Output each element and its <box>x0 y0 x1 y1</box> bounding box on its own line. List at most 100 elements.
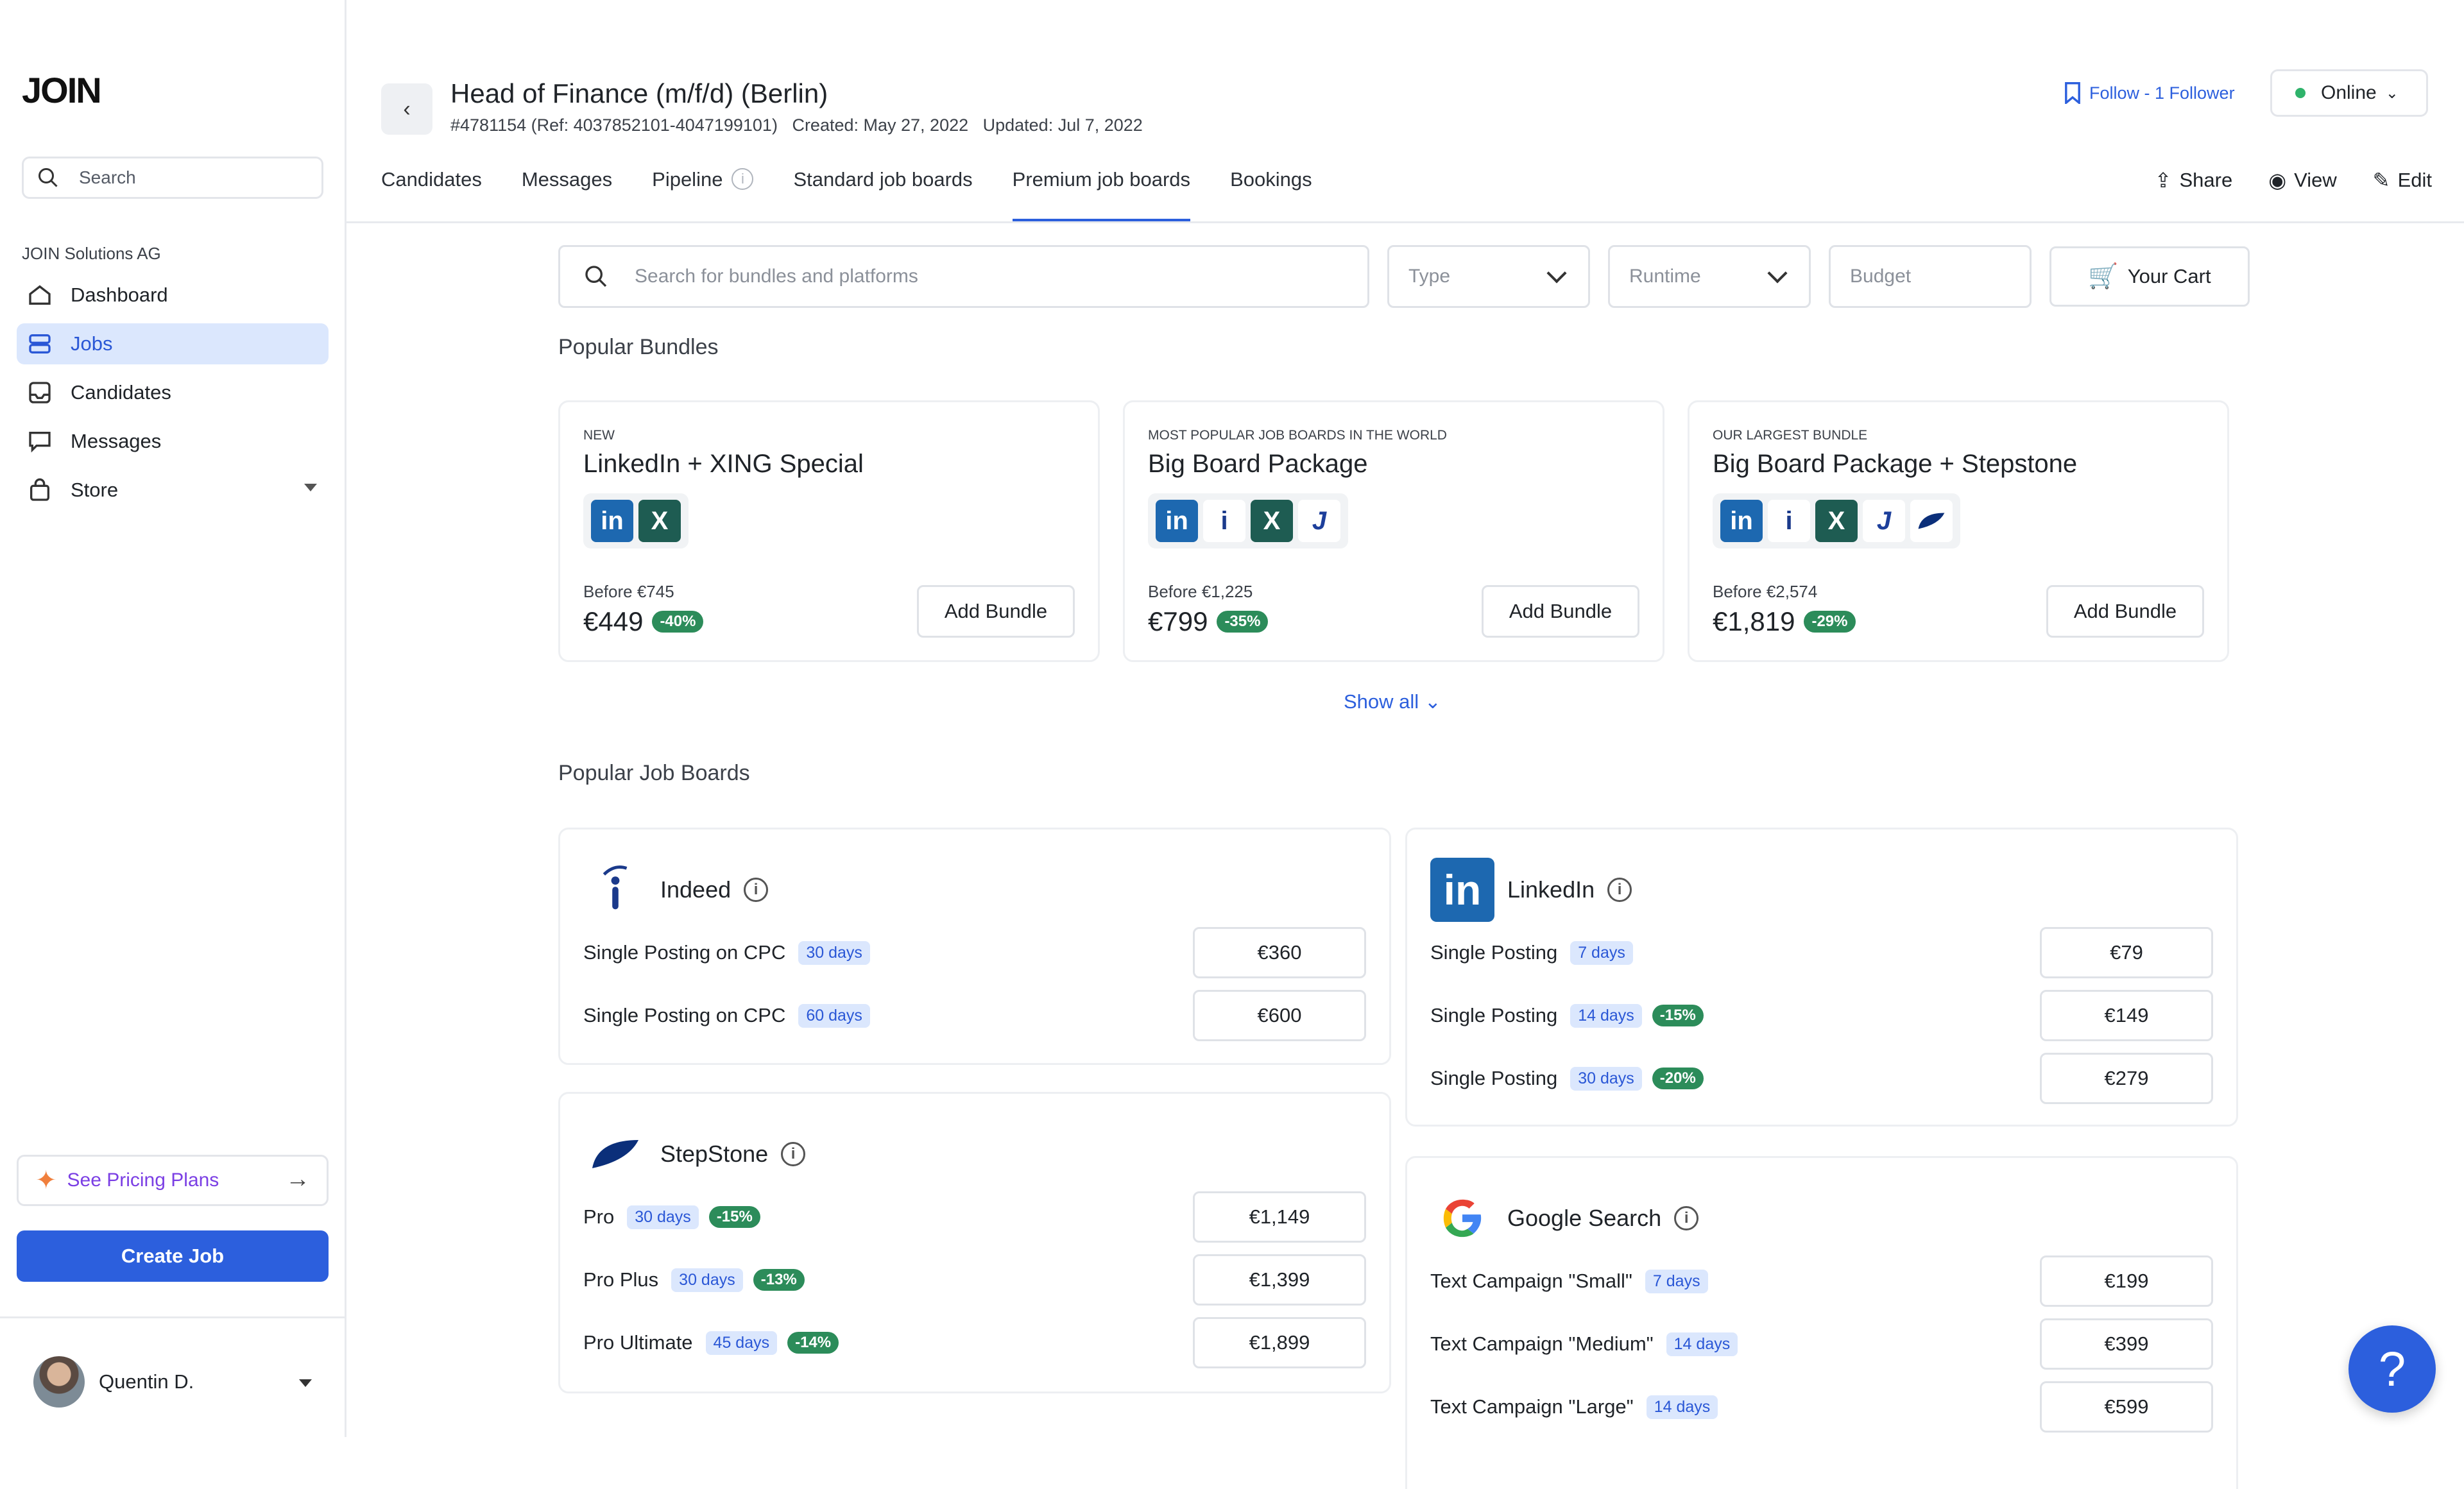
show-all-button[interactable]: Show all ⌄ <box>1344 690 1441 713</box>
budget-placeholder: Budget <box>1850 266 1912 287</box>
tab-bookings[interactable]: Bookings <box>1230 168 1312 222</box>
info-icon[interactable]: i <box>1607 878 1632 902</box>
job-board-card-stepstone: StepStone i Pro 30 days -15% €1,149 Pro … <box>558 1092 1391 1393</box>
info-icon[interactable]: i <box>781 1142 806 1166</box>
status-dropdown[interactable]: Online ⌄ <box>2270 69 2428 117</box>
user-menu[interactable]: Quentin D. <box>33 1356 194 1408</box>
budget-input[interactable]: Budget <box>1829 245 2032 308</box>
days-badge: 30 days <box>627 1205 699 1229</box>
row-label: Text Campaign "Medium" <box>1430 1332 1654 1355</box>
board-row: Text Campaign "Small" 7 days €199 <box>1430 1255 2213 1307</box>
share-icon: ⇪ <box>2154 169 2172 192</box>
linkedin-icon: in <box>1156 500 1198 542</box>
bundle-name: LinkedIn + XING Special <box>583 450 864 478</box>
section-title-bundles: Popular Bundles <box>558 335 719 359</box>
tab-messages[interactable]: Messages <box>522 168 612 222</box>
add-bundle-button[interactable]: Add Bundle <box>917 585 1075 638</box>
tab-label: Standard job boards <box>793 168 973 191</box>
days-badge: 14 days <box>1646 1395 1718 1419</box>
board-name: LinkedIn <box>1507 876 1595 903</box>
chevron-down-icon[interactable] <box>299 1379 312 1387</box>
price-button[interactable]: €1,149 <box>1193 1191 1366 1243</box>
discount-badge: -14% <box>787 1332 839 1354</box>
eye-icon: ◉ <box>2268 169 2287 192</box>
view-button[interactable]: ◉ View <box>2268 168 2337 192</box>
row-label: Pro Ultimate <box>583 1331 693 1354</box>
create-job-button[interactable]: Create Job <box>17 1230 329 1282</box>
join-logo[interactable]: JOIN <box>22 69 102 111</box>
sidebar-item-messages[interactable]: Messages <box>17 421 329 462</box>
price-button[interactable]: €600 <box>1193 990 1366 1041</box>
help-button[interactable]: ? <box>2348 1325 2436 1413</box>
bundle-name: Big Board Package <box>1148 450 1368 478</box>
status-dot-icon <box>2295 88 2306 98</box>
price-button[interactable]: €599 <box>2040 1381 2213 1433</box>
sidebar-search-input[interactable]: Search <box>22 157 323 199</box>
bundle-price: €799 <box>1148 606 1208 636</box>
days-badge: 60 days <box>798 1003 870 1028</box>
price-button[interactable]: €360 <box>1193 927 1366 978</box>
header-actions: ⇪ Share ◉ View ✎ Edit <box>2119 168 2432 192</box>
add-bundle-button[interactable]: Add Bundle <box>1482 585 1639 638</box>
sidebar-nav: Dashboard Jobs Candidates Messages Store <box>17 275 329 518</box>
price-button[interactable]: €1,399 <box>1193 1254 1366 1306</box>
bundle-before-price: Before €2,574 <box>1713 582 1818 601</box>
discount-badge: -15% <box>708 1206 760 1228</box>
bundle-card: OUR LARGEST BUNDLE Big Board Package + S… <box>1688 400 2229 662</box>
row-label: Pro Plus <box>583 1268 659 1291</box>
runtime-label: Runtime <box>1629 266 1701 287</box>
jobup-icon: J <box>1863 500 1905 542</box>
sidebar-item-candidates[interactable]: Candidates <box>17 372 329 413</box>
org-name: JOIN Solutions AG <box>22 244 161 263</box>
days-badge: 14 days <box>1666 1332 1738 1356</box>
tab-candidates[interactable]: Candidates <box>381 168 482 222</box>
section-title-job-boards: Popular Job Boards <box>558 761 750 785</box>
jobs-icon <box>29 334 51 353</box>
pricing-label: See Pricing Plans <box>67 1170 219 1191</box>
board-row: Single Posting on CPC 60 days €600 <box>583 990 1366 1041</box>
follow-button[interactable]: Follow - 1 Follower <box>2064 82 2235 104</box>
discount-badge: -40% <box>652 611 704 633</box>
back-button[interactable]: ‹ <box>381 83 432 135</box>
info-icon[interactable]: i <box>732 168 754 190</box>
sidebar-item-dashboard[interactable]: Dashboard <box>17 275 329 316</box>
sidebar-item-label: Dashboard <box>71 284 168 306</box>
info-icon[interactable]: i <box>744 878 769 902</box>
price-button[interactable]: €79 <box>2040 927 2213 978</box>
your-cart-button[interactable]: 🛒 Your Cart <box>2049 246 2250 307</box>
row-label: Single Posting on CPC <box>583 1004 786 1026</box>
days-badge: 7 days <box>1570 940 1633 965</box>
xing-icon: X <box>638 500 681 542</box>
board-row: Single Posting 7 days €79 <box>1430 927 2213 978</box>
search-icon <box>38 168 58 187</box>
bundle-search-input[interactable]: Search for bundles and platforms <box>558 245 1369 308</box>
chevron-left-icon: ‹ <box>403 96 411 121</box>
price-button[interactable]: €279 <box>2040 1053 2213 1104</box>
board-header: in LinkedIn i <box>1430 858 1632 922</box>
see-pricing-plans-button[interactable]: ✦ See Pricing Plans → <box>17 1155 329 1206</box>
sidebar-item-store[interactable]: Store <box>17 470 329 511</box>
runtime-select[interactable]: Runtime <box>1608 245 1811 308</box>
job-meta: #4781154 (Ref: 4037852101-4047199101) Cr… <box>450 115 1143 135</box>
price-button[interactable]: €1,899 <box>1193 1317 1366 1368</box>
chevron-down-icon[interactable] <box>304 484 317 491</box>
type-select[interactable]: Type <box>1387 245 1590 308</box>
board-row: Text Campaign "Medium" 14 days €399 <box>1430 1318 2213 1370</box>
row-label: Single Posting <box>1430 1067 1558 1089</box>
board-row: Pro Plus 30 days -13% €1,399 <box>583 1254 1366 1306</box>
price-button[interactable]: €149 <box>2040 990 2213 1041</box>
price-button[interactable]: €199 <box>2040 1255 2213 1307</box>
price-button[interactable]: €399 <box>2040 1318 2213 1370</box>
info-icon[interactable]: i <box>1674 1206 1699 1230</box>
sidebar-item-jobs[interactable]: Jobs <box>17 323 329 364</box>
add-bundle-button[interactable]: Add Bundle <box>2046 585 2204 638</box>
edit-button[interactable]: ✎ Edit <box>2373 168 2432 192</box>
share-button[interactable]: ⇪ Share <box>2155 168 2233 192</box>
tab-premium-job-boards[interactable]: Premium job boards <box>1012 168 1191 222</box>
status-label: Online <box>2321 82 2377 103</box>
message-icon <box>29 432 51 453</box>
tab-pipeline[interactable]: Pipeline i <box>652 168 754 222</box>
board-header: Google Search i <box>1430 1186 1699 1250</box>
avatar <box>33 1356 85 1408</box>
tab-standard-job-boards[interactable]: Standard job boards <box>793 168 972 222</box>
